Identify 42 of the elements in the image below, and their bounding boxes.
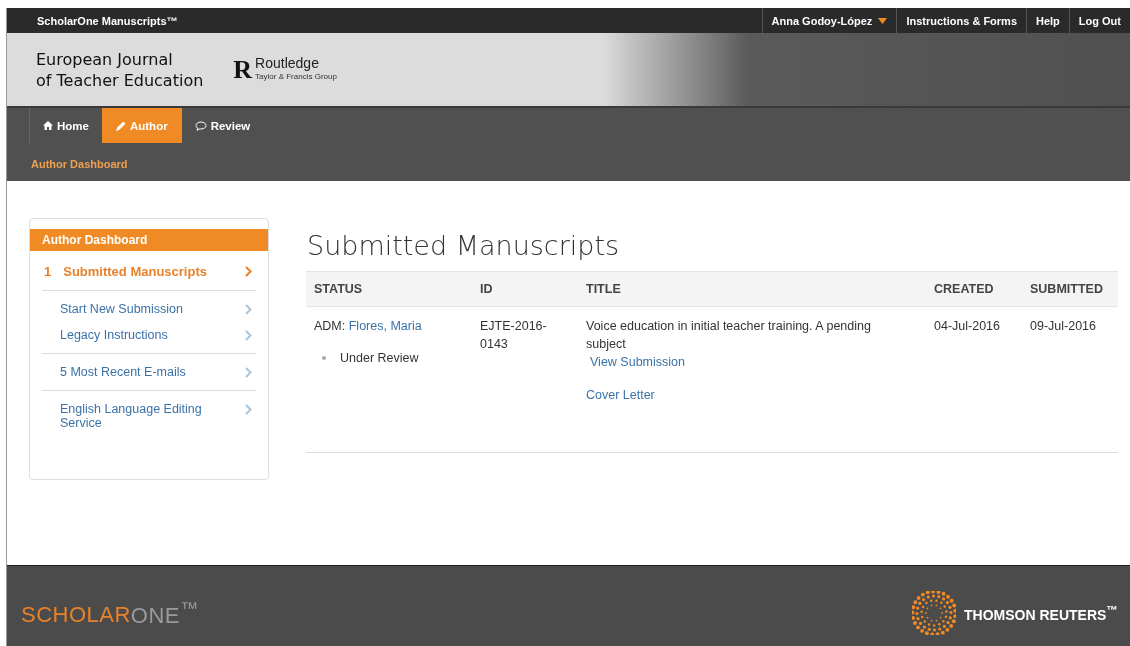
sidebar-heading: Author Dashboard <box>30 229 268 251</box>
column-header: STATUS <box>314 282 363 296</box>
pencil-icon <box>115 120 126 131</box>
sidebar-item[interactable]: Legacy Instructions <box>42 322 256 348</box>
admin-label: ADM: <box>314 319 346 333</box>
product-name: ScholarOne Manuscripts™ <box>36 14 178 27</box>
brand-name: THOMSON REUTERS$^{™}$ <box>964 603 1118 623</box>
publisher-logo-mark: R <box>233 56 253 83</box>
speech-bubble-icon <box>194 120 207 131</box>
manuscript-id: EJTE-2016-0143 <box>480 318 548 353</box>
submitted-date: 09-Jul-2016 <box>1030 319 1096 333</box>
column-header: SUBMITTED <box>1030 282 1103 296</box>
column-header: TITLE <box>586 282 621 296</box>
scholarone-logo: SCHOLARONE$^{™}$ <box>21 597 199 629</box>
breadcrumb-link[interactable]: Author Dashboard <box>31 158 128 170</box>
chevron-icon <box>245 304 252 315</box>
bullet-icon <box>322 356 326 360</box>
nav-tab[interactable]: Home <box>30 108 102 143</box>
chevron-icon <box>245 266 252 277</box>
column-header: CREATED <box>934 282 994 296</box>
sidebar-item[interactable]: 5 Most Recent E-mails <box>42 359 256 385</box>
nav-tab[interactable]: Review <box>181 108 264 143</box>
manuscript-link[interactable]: Cover Letter <box>586 386 655 404</box>
chevron-icon <box>245 404 252 415</box>
sidebar-item[interactable]: English Language Editing Service <box>42 396 256 436</box>
page-title: Submitted Manuscripts <box>307 230 621 261</box>
publisher-name: Routledge <box>255 56 320 70</box>
chevron-icon <box>245 367 252 378</box>
created-date: 04-Jul-2016 <box>934 319 1000 333</box>
sidebar-item[interactable]: Start New Submission <box>42 296 256 322</box>
caret-icon <box>878 17 888 24</box>
sidebar-item[interactable]: 1 Submitted Manuscripts <box>42 258 256 285</box>
dotted-globe-icon <box>912 591 956 635</box>
home-icon <box>43 121 53 130</box>
chevron-icon <box>245 330 252 341</box>
status-text: Under Review <box>340 350 419 367</box>
journal-title: European Journal <box>36 48 174 70</box>
journal-title: of Teacher Education <box>36 69 204 91</box>
manuscript-link[interactable]: View Submission <box>590 353 685 371</box>
manuscript-title: Voice education in initial teacher training. A pending subject <box>586 318 872 353</box>
column-header: ID <box>480 282 493 296</box>
admin-link[interactable]: Flores, Maria <box>348 319 422 333</box>
